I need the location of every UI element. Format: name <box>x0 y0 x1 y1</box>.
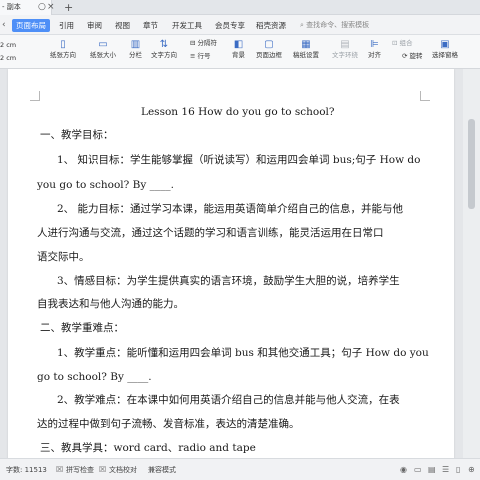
document-tab-label: - 副本 <box>2 3 21 11</box>
heading-key-points: 二、教学重难点： <box>40 322 124 334</box>
status-bar: 字数: 11513 ☒ 拼写检查 ☒ 文档校对 兼容模式 ◉ ▭ ▤ ☰ ▯ ⊕ <box>0 458 480 480</box>
menu-references[interactable]: 引用 <box>59 19 74 32</box>
paragraph-line: you go to school? By ____. <box>37 179 174 191</box>
breaks-button[interactable]: ⊟ 分隔符 <box>190 39 217 48</box>
title-bar: - 副本 ○ × + <box>0 0 480 15</box>
doc-proofread-button[interactable]: 文档校对 <box>109 464 137 476</box>
selection-pane-button[interactable]: ▣ 选择窗格 <box>432 39 458 60</box>
selection-pane-icon: ▣ <box>440 39 450 50</box>
text-direction-label: 文字方向 <box>151 51 177 59</box>
margin-bottom-input[interactable]: 2 cm <box>0 53 16 64</box>
background-icon: ◧ <box>233 39 244 50</box>
paragraph-line: 人进行沟通与交流，通过这个话题的学习和语言训练，能灵活运用在日常口 <box>37 227 384 239</box>
paragraph-line: 2、 能力目标：通过学习本课，能运用英语简单介绍自己的信息，并能与他 <box>57 203 404 215</box>
chevron-left-icon[interactable]: ‹ <box>2 19 6 32</box>
line-numbers-button[interactable]: ≡ 行号 <box>190 52 211 61</box>
close-tab-icon[interactable]: × <box>47 0 55 15</box>
menu-bar: ‹ 页面布局 引用 审阅 视图 章节 开发工具 会员专享 稻壳资源 ⌕ 查找命令… <box>0 15 480 35</box>
tab-status-icon: ○ <box>38 2 46 12</box>
page-border-label: 页面边框 <box>256 51 282 59</box>
spell-check-button[interactable]: 拼写检查 <box>66 464 94 476</box>
full-page-view-icon[interactable]: ▭ <box>414 464 422 476</box>
menu-section[interactable]: 章节 <box>143 19 158 32</box>
paragraph-line: 3、情感目标：为学生提供真实的语言环境，鼓励学生大胆的说，培养学生 <box>57 275 400 287</box>
page-border-button[interactable]: ▢ 页面边框 <box>256 39 282 60</box>
paragraph-line: 1、 知识目标：学生能够掌握（听说读写）和运用四会单词 bus;句子 How d… <box>57 154 421 166</box>
orientation-label: 纸张方向 <box>50 51 76 59</box>
align-label: 对齐 <box>368 51 381 59</box>
columns-icon: ▥ <box>130 39 141 50</box>
search-placeholder: 查找命令、搜索模板 <box>306 21 370 29</box>
menu-docer-resources[interactable]: 稻壳资源 <box>256 19 286 32</box>
vertical-scrollbar[interactable] <box>463 69 480 458</box>
paragraph-line: 达的过程中做到句子流畅、发音标准，表达的清楚准确。 <box>37 418 300 430</box>
text-direction-button[interactable]: ⇅ 文字方向 <box>151 39 177 60</box>
new-tab-button[interactable]: + <box>64 0 73 15</box>
orientation-button[interactable]: ▯ 纸张方向 <box>50 39 76 60</box>
zoom-icon[interactable]: ⊕ <box>468 464 475 476</box>
text-wrap-button: ▤ 文字环绕 <box>332 39 358 60</box>
paragraph-line: 2、教学难点：在本课中如何用英语介绍自己的信息并能与他人交流，在表 <box>57 394 400 406</box>
search-icon: ⌕ <box>300 21 304 29</box>
spell-check-icon: ☒ <box>56 465 64 474</box>
orientation-icon: ▯ <box>60 39 66 50</box>
align-button[interactable]: ⊫ 对齐 <box>368 39 381 60</box>
paragraph-line: go to school? By ____. <box>37 371 152 383</box>
document-title: Lesson 16 How do you go to school? <box>141 106 335 118</box>
reading-mode-icon[interactable]: ▯ <box>456 464 460 476</box>
menu-view[interactable]: 视图 <box>115 19 130 32</box>
compat-mode-label: 兼容模式 <box>148 466 176 474</box>
text-direction-icon: ⇅ <box>159 39 169 50</box>
breaks-label: ⊟ 分隔符 <box>190 39 218 47</box>
margin-top-input[interactable]: 2 cm <box>0 40 16 51</box>
columns-button[interactable]: ▥ 分栏 <box>129 39 142 60</box>
group-label: ⊡ 组合 <box>392 39 413 47</box>
paper-size-button[interactable]: ▭ 纸张大小 <box>90 39 116 60</box>
margin-bottom-value: 2 cm <box>0 54 17 62</box>
text-wrap-label: 文字环绕 <box>332 51 358 59</box>
proofread-icon: ☒ <box>99 465 107 474</box>
paragraph-line: 语交际中。 <box>37 251 90 263</box>
manuscript-icon: ▦ <box>301 39 311 50</box>
paper-size-icon: ▭ <box>98 39 108 50</box>
group-button: ⊡ 组合 <box>392 39 413 48</box>
page-border-icon: ▢ <box>264 39 274 50</box>
ribbon-toolbar: 2 cm 2 cm ▯ 纸张方向 ▭ 纸张大小 ▥ 分栏 ⇅ 文字方向 ⊟ 分隔… <box>0 35 480 69</box>
paragraph-line: 1、教学重点：能听懂和运用四会单词 bus 和其他交通工具；句子 How do … <box>57 347 429 359</box>
background-label: 背景 <box>232 51 245 59</box>
margin-corner-mark <box>30 91 40 101</box>
heading-teaching-aids: 三、教具学具：word card、radio and tape <box>40 442 256 454</box>
manuscript-settings-button[interactable]: ▦ 稿纸设置 <box>293 39 319 60</box>
margin-corner-mark <box>420 91 430 101</box>
heading-objectives: 一、教学目标： <box>40 129 114 141</box>
background-button[interactable]: ◧ 背景 <box>232 39 245 60</box>
line-numbers-label: ≡ 行号 <box>190 52 211 60</box>
menu-developer[interactable]: 开发工具 <box>172 19 202 32</box>
align-icon: ⊫ <box>370 39 379 50</box>
document-page[interactable]: Lesson 16 How do you go to school? 一、教学目… <box>8 69 454 458</box>
word-count[interactable]: 字数: 11513 <box>6 464 47 476</box>
eye-protection-icon[interactable]: ◉ <box>400 464 407 476</box>
rotate-label: ⟳ 旋转 <box>402 52 423 60</box>
menu-page-layout[interactable]: 页面布局 <box>12 19 50 32</box>
rotate-button[interactable]: ⟳ 旋转 <box>402 52 423 61</box>
manuscript-label: 稿纸设置 <box>293 51 319 59</box>
document-area: Lesson 16 How do you go to school? 一、教学目… <box>0 69 480 458</box>
columns-label: 分栏 <box>129 51 142 59</box>
text-wrap-icon: ▤ <box>340 39 350 50</box>
paragraph-line: 自我表达和与他人沟通的能力。 <box>37 298 184 310</box>
menu-member[interactable]: 会员专享 <box>215 19 245 32</box>
paper-size-label: 纸张大小 <box>90 51 116 59</box>
outline-view-icon[interactable]: ☰ <box>442 464 449 476</box>
menu-review[interactable]: 审阅 <box>87 19 102 32</box>
web-layout-icon[interactable]: ▤ <box>428 464 436 476</box>
selection-pane-label: 选择窗格 <box>432 51 458 59</box>
scrollbar-thumb[interactable] <box>468 119 475 209</box>
command-search-box[interactable]: ⌕ 查找命令、搜索模板 <box>300 19 369 32</box>
margin-top-value: 2 cm <box>0 41 17 49</box>
